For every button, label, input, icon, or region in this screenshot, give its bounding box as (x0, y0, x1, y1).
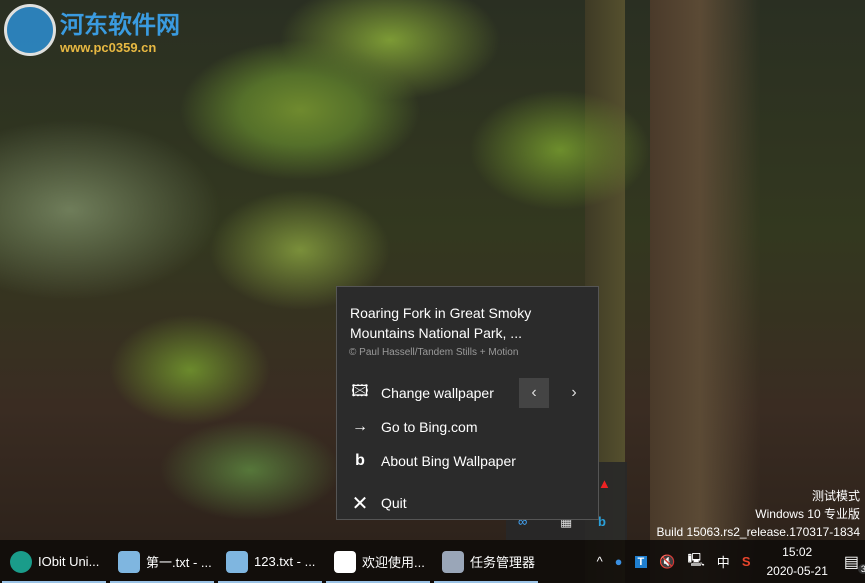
previous-wallpaper-button[interactable]: ‹ (519, 378, 549, 408)
bing-wallpaper-menu: Roaring Fork in Great Smoky Mountains Na… (336, 286, 599, 520)
system-watermark: 测试模式 Windows 10 专业版 Build 15063.rs2_rele… (657, 487, 861, 541)
watermark-logo (4, 4, 56, 56)
image-icon: 🖾 (337, 380, 381, 407)
taskbar: IObit Uni... 第一.txt - ... 123.txt - ... … (0, 540, 865, 583)
taskbar-app-task-manager[interactable]: 任务管理器 (432, 540, 540, 583)
tray-shield-icon[interactable]: ● (615, 554, 623, 569)
item-label: Change wallpaper (381, 385, 494, 401)
quit-item[interactable]: ✕ Quit (337, 487, 598, 519)
test-mode-text: 测试模式 (657, 487, 861, 505)
item-label: Go to Bing.com (381, 419, 478, 435)
bing-tray-icon[interactable]: b (598, 514, 606, 529)
arrow-right-icon: → (337, 418, 381, 436)
action-center-icon[interactable]: ▤3 (844, 552, 859, 572)
site-watermark: 河东软件网 www.pc0359.cn (4, 4, 180, 56)
system-tray: ^ ● T 🔇 🖳 中 S 15:02 2020-05-21 ▤3 (591, 540, 865, 583)
watermark-name: 河东软件网 (60, 5, 180, 40)
wallpaper-title: Roaring Fork in Great Smoky Mountains Na… (350, 303, 580, 343)
clock[interactable]: 15:02 2020-05-21 (766, 543, 827, 581)
notepad-icon (118, 551, 140, 573)
tray-t-icon[interactable]: T (635, 556, 648, 568)
app-icon (334, 551, 356, 573)
taskbar-app-notepad-2[interactable]: 123.txt - ... (216, 540, 324, 583)
ime-indicator[interactable]: 中 (717, 552, 730, 571)
taskbar-app-iobit[interactable]: IObit Uni... (0, 540, 108, 583)
notepad-icon (226, 551, 248, 573)
task-label: 123.txt - ... (254, 554, 315, 569)
sogou-icon[interactable]: S (742, 554, 751, 569)
task-label: 第一.txt - ... (146, 552, 212, 571)
taskbar-app-welcome[interactable]: 欢迎使用... (324, 540, 432, 583)
build-text: Build 15063.rs2_release.170317-1834 (657, 523, 861, 541)
task-label: IObit Uni... (38, 554, 99, 569)
item-label: About Bing Wallpaper (381, 453, 516, 469)
clock-date: 2020-05-21 (766, 562, 827, 581)
close-icon: ✕ (337, 491, 381, 516)
item-label: Quit (381, 495, 407, 511)
clock-time: 15:02 (766, 543, 827, 562)
show-hidden-icons-chevron-icon[interactable]: ^ (597, 554, 603, 569)
network-icon[interactable]: 🖳 (687, 551, 704, 573)
task-label: 欢迎使用... (362, 552, 425, 571)
watermark-url: www.pc0359.cn (60, 40, 180, 55)
iobit-icon (10, 551, 32, 573)
bing-icon: b (337, 452, 381, 470)
windows-edition-text: Windows 10 专业版 (657, 505, 861, 523)
go-to-bing-item[interactable]: → Go to Bing.com (337, 411, 598, 443)
tray-app-icon[interactable]: ▲ (598, 476, 611, 491)
volume-muted-icon[interactable]: 🔇 (659, 554, 675, 570)
task-label: 任务管理器 (470, 552, 535, 571)
next-wallpaper-button[interactable]: › (559, 378, 589, 408)
taskbar-app-notepad-1[interactable]: 第一.txt - ... (108, 540, 216, 583)
wallpaper-credit: © Paul Hassell/Tandem Stills + Motion (349, 347, 518, 358)
task-manager-icon (442, 551, 464, 573)
notification-count: 3 (858, 564, 865, 574)
about-bing-item[interactable]: b About Bing Wallpaper (337, 445, 598, 477)
